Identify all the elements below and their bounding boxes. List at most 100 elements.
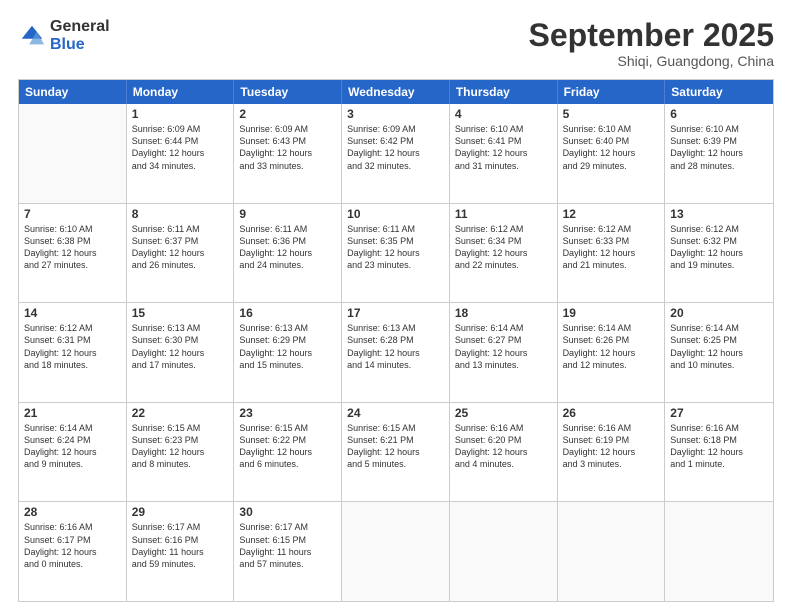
day-info: Sunrise: 6:14 AM Sunset: 6:26 PM Dayligh… [563, 322, 660, 371]
day-number: 8 [132, 207, 229, 221]
day-number: 4 [455, 107, 552, 121]
calendar-cell-24: 24Sunrise: 6:15 AM Sunset: 6:21 PM Dayli… [342, 403, 450, 502]
day-info: Sunrise: 6:10 AM Sunset: 6:39 PM Dayligh… [670, 123, 768, 172]
day-number: 14 [24, 306, 121, 320]
logo: General Blue [18, 18, 110, 53]
calendar-cell-18: 18 Sunrise: 6:14 AM Sunset: 6:27 PM Dayli… [450, 303, 558, 402]
calendar-cell-25: 25Sunrise: 6:16 AM Sunset: 6:20 PM Dayli… [450, 403, 558, 502]
day-info: Sunrise: 6:11 AM Sunset: 6:37 PM Dayligh… [132, 223, 229, 272]
day-info: Sunrise: 6:15 AM Sunset: 6:21 PM Dayligh… [347, 422, 444, 471]
day-info: Sunrise: 6:10 AM Sunset: 6:38 PM Dayligh… [24, 223, 121, 272]
calendar-cell-19: 19 Sunrise: 6:14 AM Sunset: 6:26 PM Dayli… [558, 303, 666, 402]
day-number: 30 [239, 505, 336, 519]
day-info: Sunrise: 6:15 AM Sunset: 6:23 PM Dayligh… [132, 422, 229, 471]
header-day-friday: Friday [558, 80, 666, 104]
day-info: Sunrise: 6:14 AM Sunset: 6:25 PM Dayligh… [670, 322, 768, 371]
day-number: 10 [347, 207, 444, 221]
calendar-cell-empty-4-4 [450, 502, 558, 601]
calendar-row-0: 1Sunrise: 6:09 AM Sunset: 6:44 PM Daylig… [19, 104, 773, 204]
calendar-cell-8: 8 Sunrise: 6:11 AM Sunset: 6:37 PM Daylig… [127, 204, 235, 303]
day-number: 29 [132, 505, 229, 519]
calendar-cell-27: 27 Sunrise: 6:16 AM Sunset: 6:18 PM Dayli… [665, 403, 773, 502]
day-info: Sunrise: 6:15 AM Sunset: 6:22 PM Dayligh… [239, 422, 336, 471]
calendar-cell-empty-0-0 [19, 104, 127, 203]
header-day-tuesday: Tuesday [234, 80, 342, 104]
day-number: 28 [24, 505, 121, 519]
day-number: 12 [563, 207, 660, 221]
calendar-cell-26: 26 Sunrise: 6:16 AM Sunset: 6:19 PM Dayli… [558, 403, 666, 502]
day-info: Sunrise: 6:09 AM Sunset: 6:43 PM Dayligh… [239, 123, 336, 172]
day-number: 2 [239, 107, 336, 121]
day-info: Sunrise: 6:12 AM Sunset: 6:32 PM Dayligh… [670, 223, 768, 272]
calendar-cell-14: 14Sunrise: 6:12 AM Sunset: 6:31 PM Dayli… [19, 303, 127, 402]
day-number: 9 [239, 207, 336, 221]
calendar-cell-10: 10 Sunrise: 6:11 AM Sunset: 6:35 PM Dayli… [342, 204, 450, 303]
header-day-thursday: Thursday [450, 80, 558, 104]
calendar-cell-7: 7 Sunrise: 6:10 AM Sunset: 6:38 PM Daylig… [19, 204, 127, 303]
calendar-cell-29: 29 Sunrise: 6:17 AM Sunset: 6:16 PM Dayli… [127, 502, 235, 601]
header: General Blue September 2025 Shiqi, Guang… [18, 18, 774, 69]
day-number: 23 [239, 406, 336, 420]
calendar-cell-6: 6 Sunrise: 6:10 AM Sunset: 6:39 PM Daylig… [665, 104, 773, 203]
day-number: 15 [132, 306, 229, 320]
day-number: 17 [347, 306, 444, 320]
calendar-cell-empty-4-3 [342, 502, 450, 601]
day-info: Sunrise: 6:12 AM Sunset: 6:33 PM Dayligh… [563, 223, 660, 272]
day-number: 3 [347, 107, 444, 121]
day-number: 18 [455, 306, 552, 320]
day-info: Sunrise: 6:11 AM Sunset: 6:35 PM Dayligh… [347, 223, 444, 272]
day-number: 7 [24, 207, 121, 221]
day-info: Sunrise: 6:17 AM Sunset: 6:16 PM Dayligh… [132, 521, 229, 570]
calendar-cell-28: 28 Sunrise: 6:16 AM Sunset: 6:17 PM Dayli… [19, 502, 127, 601]
day-info: Sunrise: 6:11 AM Sunset: 6:36 PM Dayligh… [239, 223, 336, 272]
day-number: 26 [563, 406, 660, 420]
calendar-cell-empty-4-5 [558, 502, 666, 601]
day-info: Sunrise: 6:12 AM Sunset: 6:34 PM Dayligh… [455, 223, 552, 272]
day-number: 5 [563, 107, 660, 121]
day-number: 25 [455, 406, 552, 420]
day-info: Sunrise: 6:16 AM Sunset: 6:17 PM Dayligh… [24, 521, 121, 570]
day-info: Sunrise: 6:16 AM Sunset: 6:18 PM Dayligh… [670, 422, 768, 471]
day-number: 16 [239, 306, 336, 320]
day-info: Sunrise: 6:17 AM Sunset: 6:15 PM Dayligh… [239, 521, 336, 570]
day-number: 20 [670, 306, 768, 320]
header-day-sunday: Sunday [19, 80, 127, 104]
location-subtitle: Shiqi, Guangdong, China [529, 53, 774, 69]
logo-general: General [50, 18, 110, 36]
calendar-row-1: 7 Sunrise: 6:10 AM Sunset: 6:38 PM Daylig… [19, 204, 773, 304]
logo-blue: Blue [50, 36, 110, 54]
calendar-cell-4: 4 Sunrise: 6:10 AM Sunset: 6:41 PM Daylig… [450, 104, 558, 203]
header-day-monday: Monday [127, 80, 235, 104]
day-info: Sunrise: 6:09 AM Sunset: 6:44 PM Dayligh… [132, 123, 229, 172]
calendar-cell-20: 20 Sunrise: 6:14 AM Sunset: 6:25 PM Dayli… [665, 303, 773, 402]
logo-text: General Blue [50, 18, 110, 53]
day-number: 27 [670, 406, 768, 420]
calendar-cell-12: 12 Sunrise: 6:12 AM Sunset: 6:33 PM Dayli… [558, 204, 666, 303]
logo-icon [18, 22, 46, 50]
day-number: 6 [670, 107, 768, 121]
day-info: Sunrise: 6:14 AM Sunset: 6:27 PM Dayligh… [455, 322, 552, 371]
calendar: SundayMondayTuesdayWednesdayThursdayFrid… [18, 79, 774, 602]
calendar-body: 1Sunrise: 6:09 AM Sunset: 6:44 PM Daylig… [19, 104, 773, 601]
calendar-cell-1: 1Sunrise: 6:09 AM Sunset: 6:44 PM Daylig… [127, 104, 235, 203]
calendar-row-2: 14Sunrise: 6:12 AM Sunset: 6:31 PM Dayli… [19, 303, 773, 403]
header-day-saturday: Saturday [665, 80, 773, 104]
calendar-row-3: 21Sunrise: 6:14 AM Sunset: 6:24 PM Dayli… [19, 403, 773, 503]
calendar-cell-13: 13 Sunrise: 6:12 AM Sunset: 6:32 PM Dayli… [665, 204, 773, 303]
calendar-cell-15: 15Sunrise: 6:13 AM Sunset: 6:30 PM Dayli… [127, 303, 235, 402]
day-info: Sunrise: 6:16 AM Sunset: 6:19 PM Dayligh… [563, 422, 660, 471]
day-info: Sunrise: 6:10 AM Sunset: 6:41 PM Dayligh… [455, 123, 552, 172]
day-number: 22 [132, 406, 229, 420]
day-number: 19 [563, 306, 660, 320]
calendar-cell-16: 16 Sunrise: 6:13 AM Sunset: 6:29 PM Dayli… [234, 303, 342, 402]
calendar-cell-2: 2 Sunrise: 6:09 AM Sunset: 6:43 PM Daylig… [234, 104, 342, 203]
calendar-cell-3: 3 Sunrise: 6:09 AM Sunset: 6:42 PM Daylig… [342, 104, 450, 203]
calendar-cell-22: 22 Sunrise: 6:15 AM Sunset: 6:23 PM Dayli… [127, 403, 235, 502]
month-title: September 2025 [529, 18, 774, 53]
calendar-header: SundayMondayTuesdayWednesdayThursdayFrid… [19, 80, 773, 104]
calendar-cell-21: 21Sunrise: 6:14 AM Sunset: 6:24 PM Dayli… [19, 403, 127, 502]
day-info: Sunrise: 6:09 AM Sunset: 6:42 PM Dayligh… [347, 123, 444, 172]
day-info: Sunrise: 6:13 AM Sunset: 6:29 PM Dayligh… [239, 322, 336, 371]
day-number: 11 [455, 207, 552, 221]
day-number: 13 [670, 207, 768, 221]
